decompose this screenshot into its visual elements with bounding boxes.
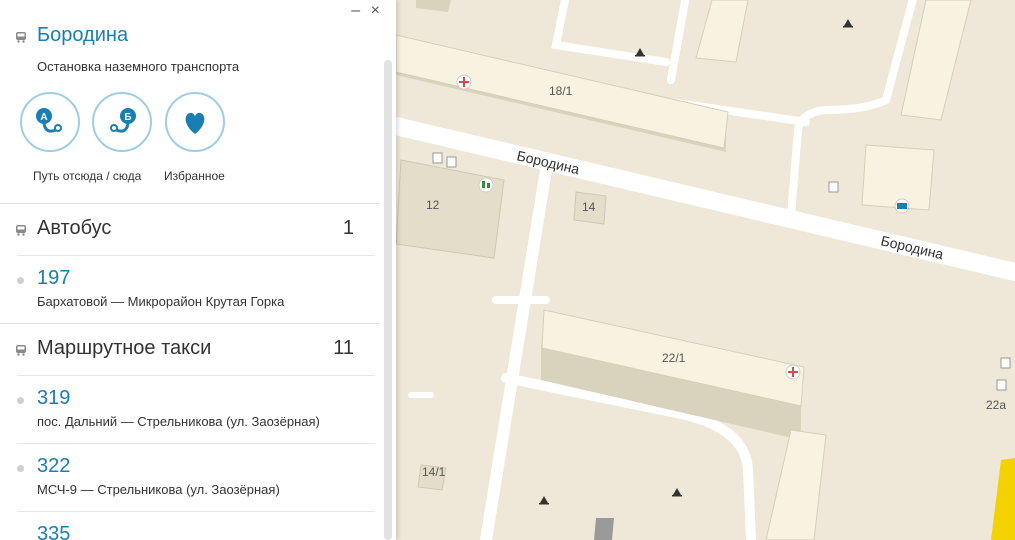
map-view[interactable]: Бородина Бородина 18/1 12 14 22/1 14/1 2… xyxy=(396,0,1015,540)
svg-text:Б: Б xyxy=(124,112,131,123)
route-description: пос. Дальний — Стрельникова (ул. Заозёрн… xyxy=(37,414,320,429)
stop-header: Бородина Остановка наземного транспорта … xyxy=(0,0,380,204)
section-minibus: Маршрутное такси 11 319 пос. Дальний — С… xyxy=(0,324,380,540)
stop-type: Остановка наземного транспорта xyxy=(37,59,240,74)
library-icon[interactable] xyxy=(894,198,910,214)
svg-text:А: А xyxy=(40,112,47,123)
divider xyxy=(17,375,375,376)
pharmacy-icon[interactable] xyxy=(785,364,801,380)
building-label: 18/1 xyxy=(549,84,573,98)
route-number[interactable]: 335 xyxy=(37,523,70,540)
route-number[interactable]: 322 xyxy=(37,455,70,478)
building-gray xyxy=(594,518,614,540)
map-canvas[interactable]: Бородина Бородина 18/1 12 14 22/1 14/1 2… xyxy=(396,0,1015,540)
route-to-icon: Б xyxy=(110,108,136,133)
route-number[interactable]: 197 xyxy=(37,267,70,290)
route-bullet xyxy=(17,465,24,472)
route-to-button[interactable]: Б xyxy=(92,92,152,152)
bus-icon xyxy=(16,345,26,356)
bus-icon xyxy=(16,32,26,43)
favorite-button[interactable] xyxy=(165,92,225,152)
favorite-action-label[interactable]: Избранное xyxy=(164,169,225,183)
divider xyxy=(17,511,375,512)
stop-name: Бородина xyxy=(37,24,129,46)
heart-icon xyxy=(185,112,205,134)
route-description: МСЧ-9 — Стрельникова (ул. Заозёрная) xyxy=(37,482,280,497)
bus-icon xyxy=(16,225,26,236)
building-label: 14 xyxy=(582,200,596,214)
divider xyxy=(17,443,375,444)
stop-info-panel: – × Бородина Остановка наземного транспо… xyxy=(0,0,396,540)
route-action-label[interactable]: Путь отсюда / сюда xyxy=(33,169,141,183)
pharmacy-icon[interactable] xyxy=(456,74,472,90)
section-count: 11 xyxy=(333,337,354,359)
shop-icon[interactable] xyxy=(478,177,494,193)
route-number[interactable]: 319 xyxy=(37,387,70,410)
section-title: Маршрутное такси xyxy=(37,337,212,359)
building-label: 14/1 xyxy=(422,465,446,479)
building-label: 12 xyxy=(426,198,440,212)
scrollbar[interactable] xyxy=(384,60,392,540)
route-from-icon: А xyxy=(36,108,62,133)
route-bullet xyxy=(17,397,24,404)
section-count: 1 xyxy=(342,217,354,239)
route-bullet xyxy=(17,277,24,284)
divider xyxy=(17,255,375,256)
route-from-button[interactable]: А xyxy=(20,92,80,152)
building-label: 22а xyxy=(986,398,1006,412)
section-title: Автобус xyxy=(37,217,112,239)
route-description: Бархатовой — Микрорайон Крутая Горка xyxy=(37,294,285,309)
section-bus: Автобус 1 197 Бархатовой — Микрорайон Кр… xyxy=(0,204,380,324)
building-label: 22/1 xyxy=(662,351,686,365)
